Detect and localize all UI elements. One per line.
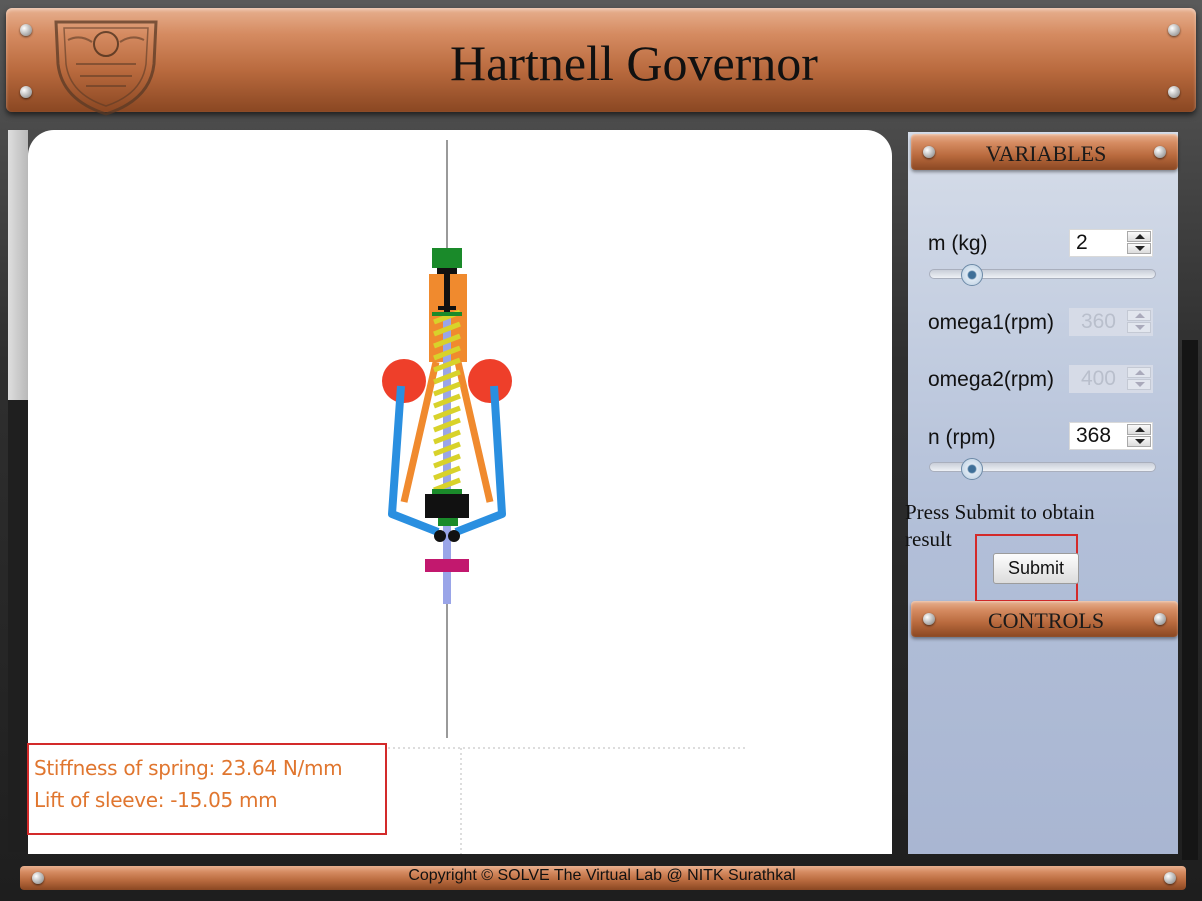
omega1-label: omega1(rpm) xyxy=(928,311,1055,334)
omega2-input: 400 xyxy=(1069,365,1153,393)
m-label: m (kg) xyxy=(928,232,988,255)
controls-title: CONTROLS xyxy=(987,608,1105,633)
submit-button[interactable]: Submit xyxy=(993,553,1079,584)
controls-header: CONTROLS xyxy=(911,601,1178,637)
omega2-value: 400 xyxy=(1080,367,1116,390)
spring-collar xyxy=(432,489,462,494)
slider-thumb-icon[interactable] xyxy=(961,458,983,480)
flyball-right xyxy=(468,359,512,403)
omega1-value: 360 xyxy=(1080,310,1116,333)
n-value: 368 xyxy=(1076,424,1112,447)
sleeve-marker xyxy=(425,559,469,572)
variables-title: VARIABLES xyxy=(985,141,1107,166)
m-input[interactable]: 2 xyxy=(1069,229,1153,257)
footer-bar: Copyright © SOLVE The Virtual Lab @ NITK… xyxy=(20,866,1186,890)
sleeve-block xyxy=(425,494,469,518)
m-value: 2 xyxy=(1076,231,1088,254)
results-box: Stiffness of spring: 23.64 N/mm Lift of … xyxy=(27,743,387,835)
left-bezel xyxy=(8,130,28,410)
omega2-label: omega2(rpm) xyxy=(928,368,1055,391)
lift-result: Lift of sleeve: -15.05 mm xyxy=(34,788,278,812)
spin-up-icon xyxy=(1127,367,1151,378)
page-title: Hartnell Governor xyxy=(450,35,818,91)
spin-up-icon[interactable] xyxy=(1127,231,1151,242)
n-label: n (rpm) xyxy=(928,426,996,449)
n-input[interactable]: 368 xyxy=(1069,422,1153,450)
spin-down-icon[interactable] xyxy=(1127,436,1151,447)
stiffness-result: Stiffness of spring: 23.64 N/mm xyxy=(34,756,343,780)
copyright-text: Copyright © SOLVE The Virtual Lab @ NITK… xyxy=(408,867,796,884)
omega1-input: 360 xyxy=(1069,308,1153,336)
right-bezel-dark xyxy=(1182,340,1198,860)
variables-header: VARIABLES xyxy=(911,134,1178,170)
spin-down-icon xyxy=(1127,379,1151,390)
spin-up-icon[interactable] xyxy=(1127,424,1151,435)
slider-thumb-icon[interactable] xyxy=(961,264,983,286)
header-bar: Hartnell Governor xyxy=(6,8,1196,116)
spin-up-icon xyxy=(1127,310,1151,321)
top-cap xyxy=(432,248,462,268)
spin-down-icon[interactable] xyxy=(1127,243,1151,254)
spin-down-icon xyxy=(1127,322,1151,333)
